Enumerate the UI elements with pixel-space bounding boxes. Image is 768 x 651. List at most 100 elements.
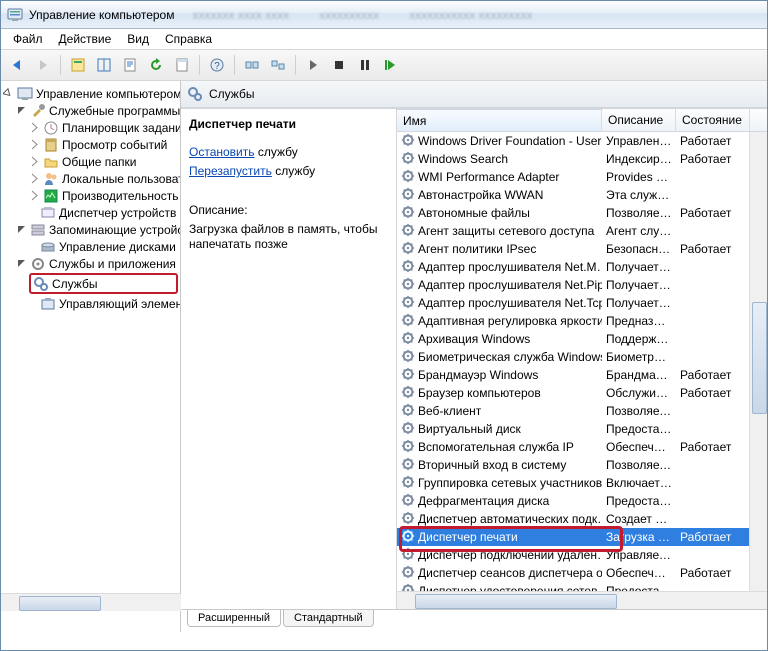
service-row[interactable]: Биометрическая служба WindowsБиометри…	[397, 348, 767, 366]
expand-icon[interactable]	[29, 156, 40, 167]
stop-service-button[interactable]	[327, 53, 351, 77]
service-list[interactable]: Windows Driver Foundation - User…Управле…	[397, 132, 767, 591]
service-row[interactable]: Браузер компьютеровОбслужив…Работает	[397, 384, 767, 402]
service-row[interactable]: Веб-клиентПозволяет…	[397, 402, 767, 420]
menu-help[interactable]: Справка	[159, 30, 218, 48]
scroll-thumb[interactable]	[752, 302, 767, 414]
service-row[interactable]: Дефрагментация дискаПредостав…	[397, 492, 767, 510]
stop-suffix: службу	[255, 145, 298, 159]
svg-text:?: ?	[214, 61, 220, 72]
column-headers: Имя Описание Состояние	[397, 109, 767, 132]
service-row[interactable]: Диспетчер автоматических подк…Создает п…	[397, 510, 767, 528]
service-row[interactable]: Агент политики IPsecБезопасно…Работает	[397, 240, 767, 258]
service-state: Работает	[676, 368, 750, 382]
horizontal-scrollbar-list[interactable]	[397, 591, 767, 609]
restart-link[interactable]: Перезапустить	[189, 164, 272, 178]
expand-icon[interactable]	[16, 258, 27, 269]
tree-users[interactable]: Локальные пользовате	[3, 170, 180, 187]
export-button[interactable]	[118, 53, 142, 77]
expand-icon[interactable]	[3, 88, 14, 99]
service-name: WMI Performance Adapter	[418, 170, 559, 184]
tree-svcapps[interactable]: Службы и приложения	[3, 255, 180, 272]
service-row[interactable]: Автонастройка WWANЭта служб…	[397, 186, 767, 204]
col-name[interactable]: Имя	[397, 109, 602, 131]
expand-icon[interactable]	[29, 139, 40, 150]
service-row[interactable]: Вспомогательная служба IPОбеспечи…Работа…	[397, 438, 767, 456]
col-state[interactable]: Состояние	[676, 109, 750, 131]
tree-services[interactable]: Службы	[33, 275, 174, 292]
service-row[interactable]: Виртуальный дискПредостав…	[397, 420, 767, 438]
tree-root[interactable]: Управление компьютером (л	[3, 85, 180, 102]
help-button[interactable]: ?	[205, 53, 229, 77]
tree-events[interactable]: Просмотр событий	[3, 136, 180, 153]
service-name: Диспетчер удостоверения сетев…	[418, 584, 602, 591]
service-row[interactable]: Диспетчер подключений удален…Управляет…	[397, 546, 767, 564]
col-desc[interactable]: Описание	[602, 109, 676, 131]
vertical-scrollbar[interactable]	[749, 132, 767, 591]
back-button[interactable]	[5, 53, 29, 77]
tree-label: Управление дисками	[59, 240, 176, 254]
service-row[interactable]: Адаптивная регулировка яркостиПредназна…	[397, 312, 767, 330]
titlebar[interactable]: Управление компьютером xxxxxxx xxxx xxxx…	[1, 1, 767, 29]
tree-scheduler[interactable]: Планировщик заданий	[3, 119, 180, 136]
tree-devmgr[interactable]: Диспетчер устройств	[3, 204, 180, 221]
expand-icon[interactable]	[16, 224, 27, 235]
service-row[interactable]: Архивация WindowsПоддержк…	[397, 330, 767, 348]
tree-pane[interactable]: Управление компьютером (л Служебные прог…	[1, 81, 181, 632]
tab-extended[interactable]: Расширенный	[187, 610, 281, 627]
service-desc: Включает …	[602, 476, 676, 490]
tree-folders[interactable]: Общие папки	[3, 153, 180, 170]
service-row[interactable]: Адаптер прослушивателя Net.PipeПолучает …	[397, 276, 767, 294]
menu-view[interactable]: Вид	[121, 30, 155, 48]
menu-file[interactable]: Файл	[7, 30, 49, 48]
properties-button[interactable]	[66, 53, 90, 77]
scroll-thumb[interactable]	[415, 594, 617, 609]
restart-service-button[interactable]	[379, 53, 403, 77]
service-row[interactable]: Диспетчер сеансов диспетчера о…Обеспечи……	[397, 564, 767, 582]
service-row[interactable]: Агент защиты сетевого доступаАгент слу…	[397, 222, 767, 240]
service-row[interactable]: Адаптер прослушивателя Net.TcpПолучает …	[397, 294, 767, 312]
gear-icon	[401, 187, 415, 204]
tab-standard[interactable]: Стандартный	[283, 610, 374, 627]
menu-action[interactable]: Действие	[53, 30, 118, 48]
service-row[interactable]: Windows Driver Foundation - User…Управле…	[397, 132, 767, 150]
service-state: Работает	[676, 566, 750, 580]
scroll-thumb[interactable]	[19, 596, 101, 611]
horizontal-scrollbar-tree[interactable]	[1, 593, 181, 611]
titlebar-blur: xxxxxxx xxxx xxxxxxxxxxxxxxxxxxxxxxxxx x…	[192, 8, 532, 22]
service-row[interactable]: Windows SearchИндексир…Работает	[397, 150, 767, 168]
start-service-button[interactable]	[301, 53, 325, 77]
refresh-button[interactable]	[144, 53, 168, 77]
expand-icon[interactable]	[16, 105, 27, 116]
show-hide-button[interactable]	[92, 53, 116, 77]
connect-button[interactable]	[240, 53, 264, 77]
pause-service-button[interactable]	[353, 53, 377, 77]
expand-icon[interactable]	[29, 190, 40, 201]
computers-button[interactable]	[266, 53, 290, 77]
prop-sheet-button[interactable]	[170, 53, 194, 77]
service-state: Работает	[676, 530, 750, 544]
service-desc: Биометри…	[602, 350, 676, 364]
service-row[interactable]: Вторичный вход в системуПозволяет…	[397, 456, 767, 474]
service-state: Работает	[676, 386, 750, 400]
tree-perf[interactable]: Производительность	[3, 187, 180, 204]
tree-sysutils[interactable]: Служебные программы	[3, 102, 180, 119]
gear-icon	[401, 367, 415, 384]
tree-diskmgr[interactable]: Управление дисками	[3, 238, 180, 255]
service-row[interactable]: Диспетчер удостоверения сетев…Предостав…	[397, 582, 767, 591]
service-row[interactable]: Автономные файлыПозволяе…Работает	[397, 204, 767, 222]
expand-icon[interactable]	[29, 122, 40, 133]
tree-wmi[interactable]: Управляющий элемен	[3, 295, 180, 312]
expand-icon[interactable]	[29, 173, 40, 184]
service-row[interactable]: Адаптер прослушивателя Net.M…Получает …	[397, 258, 767, 276]
highlight-services: Службы	[29, 273, 178, 294]
tree-storage[interactable]: Запоминающие устройс	[3, 221, 180, 238]
service-row[interactable]: Диспетчер печатиЗагрузка …Работает	[397, 528, 767, 546]
service-row[interactable]: Группировка сетевых участниковВключает …	[397, 474, 767, 492]
forward-button[interactable]	[31, 53, 55, 77]
stop-link[interactable]: Остановить	[189, 145, 255, 159]
service-row[interactable]: Брандмауэр WindowsБрандмау…Работает	[397, 366, 767, 384]
tree-root-label: Управление компьютером (л	[36, 87, 181, 101]
service-row[interactable]: WMI Performance AdapterProvides p…	[397, 168, 767, 186]
toolbar: ?	[1, 50, 767, 81]
